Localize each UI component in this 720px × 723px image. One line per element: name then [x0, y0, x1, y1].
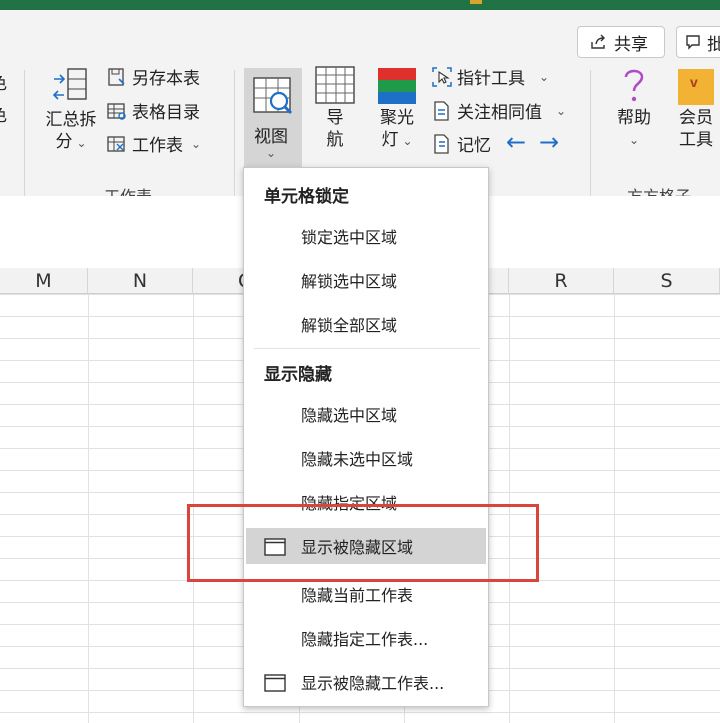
member-label-2: 工具	[679, 130, 713, 150]
summary-split-label-2-wrap: 分 ⌄	[55, 131, 86, 154]
navigation-label-1: 导	[326, 108, 344, 128]
member-badge-icon: v	[678, 69, 714, 105]
column-header-s[interactable]: S	[614, 268, 720, 294]
summary-split-button[interactable]: 汇总拆 分 ⌄	[42, 65, 100, 154]
chevron-down-icon: ⌄	[539, 69, 550, 84]
section-title-show-hide: 显示隐藏	[264, 365, 332, 385]
ribbon-separator	[24, 70, 25, 202]
column-header-n[interactable]: N	[88, 268, 193, 294]
comment-label: 批	[707, 34, 720, 55]
menu-item-label: 锁定选中区域	[301, 228, 398, 247]
save-as-sheet-icon	[108, 67, 125, 86]
save-as-sheet-label: 另存本表	[132, 69, 200, 89]
ribbon-separator	[590, 70, 591, 202]
svg-text:v: v	[690, 74, 698, 90]
table-index-label: 表格目录	[132, 103, 200, 123]
summary-split-label-1: 汇总拆	[45, 110, 97, 130]
navigation-button[interactable]: 导 航	[310, 65, 360, 151]
menu-item-show-hidden-sheet[interactable]: 显示被隐藏工作表...	[246, 664, 486, 700]
worksheet-label: 工作表	[132, 136, 183, 156]
menu-item-label: 解锁选中区域	[301, 272, 398, 291]
column-gridline	[614, 294, 615, 723]
share-label: 共享	[614, 34, 648, 55]
section-title-cell-lock: 单元格锁定	[264, 187, 349, 207]
column-header-m[interactable]: M	[0, 268, 88, 294]
title-bar-accent	[470, 0, 482, 4]
menu-item-label: 隐藏指定工作表...	[301, 630, 429, 649]
table-index-icon	[107, 102, 126, 120]
chevron-down-icon: ⌄	[556, 103, 567, 118]
chevron-down-icon: ⌄	[266, 146, 277, 160]
window-icon	[264, 674, 286, 692]
spotlight-label-2: 灯	[381, 130, 399, 150]
view-label: 视图	[254, 127, 288, 147]
help-label: 帮助	[617, 108, 651, 128]
partial-left-label-1: 色	[0, 74, 7, 94]
spotlight-icon	[378, 68, 416, 104]
focus-same-value-label: 关注相同值	[457, 103, 542, 123]
focus-same-value-icon	[434, 100, 449, 121]
menu-item-unlock-selected[interactable]: 解锁选中区域	[246, 262, 486, 298]
member-tools-button[interactable]: v 会员 工具	[672, 65, 720, 151]
question-mark-icon	[624, 69, 644, 102]
menu-item-label: 隐藏当前工作表	[301, 586, 414, 605]
worksheet-menu-button[interactable]: 工作表 ⌄	[106, 131, 201, 156]
menu-item-label: 隐藏选中区域	[301, 406, 398, 425]
title-bar	[0, 0, 720, 10]
memory-label: 记忆	[457, 136, 491, 156]
share-button[interactable]: 共享	[577, 26, 665, 58]
pointer-tool-icon	[432, 66, 452, 87]
menu-item-lock-selected[interactable]: 锁定选中区域	[246, 218, 486, 254]
summary-split-label-2: 分	[55, 132, 73, 152]
menu-item-unlock-all[interactable]: 解锁全部区域	[246, 306, 486, 342]
comment-icon	[686, 35, 700, 50]
spotlight-button[interactable]: 聚光 灯 ⌄	[370, 65, 424, 152]
view-dropdown-menu: 单元格锁定 锁定选中区域 解锁选中区域 解锁全部区域 显示隐藏 隐藏选中区域 隐…	[243, 167, 489, 707]
pointer-tool-button[interactable]: 指针工具 ⌄	[431, 64, 549, 89]
memory-icon	[434, 133, 449, 154]
navigation-grid-icon	[315, 66, 355, 104]
view-icon	[253, 77, 293, 115]
menu-divider	[254, 348, 480, 349]
menu-item-hide-unselected[interactable]: 隐藏未选中区域	[246, 440, 486, 476]
chevron-down-icon: ⌄	[628, 133, 640, 147]
menu-item-label: 显示被隐藏工作表...	[301, 674, 445, 693]
share-icon	[591, 34, 605, 49]
chevron-down-icon: ⌄	[191, 136, 202, 151]
spotlight-label-2-wrap: 灯 ⌄	[381, 129, 412, 152]
worksheet-icon	[107, 135, 125, 152]
help-button[interactable]: 帮助 ⌄	[612, 65, 656, 151]
navigation-label-2: 航	[326, 130, 344, 150]
spotlight-label-1: 聚光	[380, 108, 414, 128]
column-header-r[interactable]: R	[509, 268, 614, 294]
menu-item-hide-specified-sheet[interactable]: 隐藏指定工作表...	[246, 620, 486, 656]
comment-button[interactable]: 批	[676, 26, 720, 58]
focus-same-value-button[interactable]: 关注相同值 ⌄	[431, 98, 566, 123]
chevron-down-icon: ⌄	[76, 136, 87, 150]
summary-split-icon	[52, 68, 87, 100]
ribbon-separator	[234, 70, 235, 202]
arrow-left-icon[interactable]: ←	[506, 128, 526, 156]
pointer-tool-label: 指针工具	[457, 69, 525, 89]
column-gridline	[88, 294, 89, 723]
chevron-down-icon: ⌄	[402, 134, 413, 148]
save-as-sheet-button[interactable]: 另存本表	[106, 64, 200, 89]
arrow-right-icon[interactable]: →	[539, 128, 559, 156]
view-button[interactable]: 视图 ⌄	[244, 68, 302, 176]
menu-item-label: 隐藏未选中区域	[301, 450, 414, 469]
menu-item-label: 解锁全部区域	[301, 316, 398, 335]
table-index-button[interactable]: 表格目录	[106, 98, 200, 123]
member-label-1: 会员	[679, 108, 713, 128]
menu-item-hide-selected[interactable]: 隐藏选中区域	[246, 396, 486, 432]
partial-left-label-2: 色	[0, 106, 7, 126]
highlight-annotation-box	[187, 504, 539, 582]
memory-button[interactable]: 记忆	[431, 131, 491, 156]
